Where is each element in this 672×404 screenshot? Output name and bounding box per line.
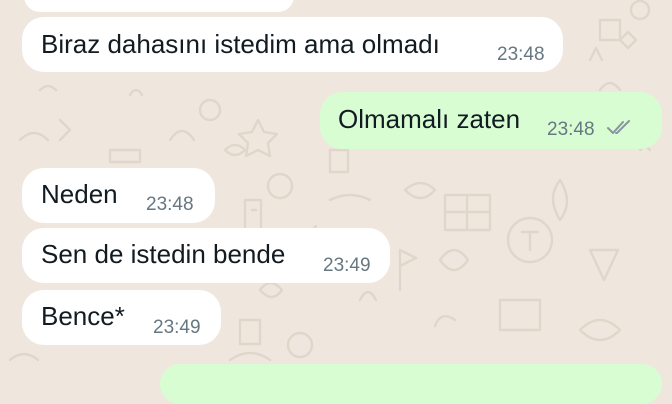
message-text: Olmamalı zaten xyxy=(338,104,521,134)
message-time: 23:48 xyxy=(146,194,194,215)
message-bubble-outgoing[interactable]: Olmamalı zaten 23:48 xyxy=(320,92,662,149)
message-time: 23:49 xyxy=(153,317,201,338)
message-text: Sen de istedin bende xyxy=(41,239,286,269)
message-time: 23:49 xyxy=(323,255,371,276)
message-bubble-incoming[interactable]: Neden 23:48 xyxy=(22,168,215,223)
message-text: Bence* xyxy=(41,301,125,331)
message-bubble-incoming[interactable]: Bence* 23:49 xyxy=(22,290,221,345)
message-bubble-partial[interactable] xyxy=(160,364,662,404)
read-double-check-icon xyxy=(607,120,630,134)
message-text: Neden xyxy=(41,179,118,209)
message-time: 23:48 xyxy=(497,44,545,65)
message-text: Biraz dahasını istedim ama olmadı xyxy=(41,29,440,59)
message-bubble-incoming[interactable]: Biraz dahasını istedim ama olmadı 23:48 xyxy=(22,17,563,72)
message-bubble-partial[interactable] xyxy=(24,0,294,12)
message-time: 23:48 xyxy=(547,119,595,140)
message-bubble-incoming[interactable]: Sen de istedin bende 23:49 xyxy=(22,228,390,283)
